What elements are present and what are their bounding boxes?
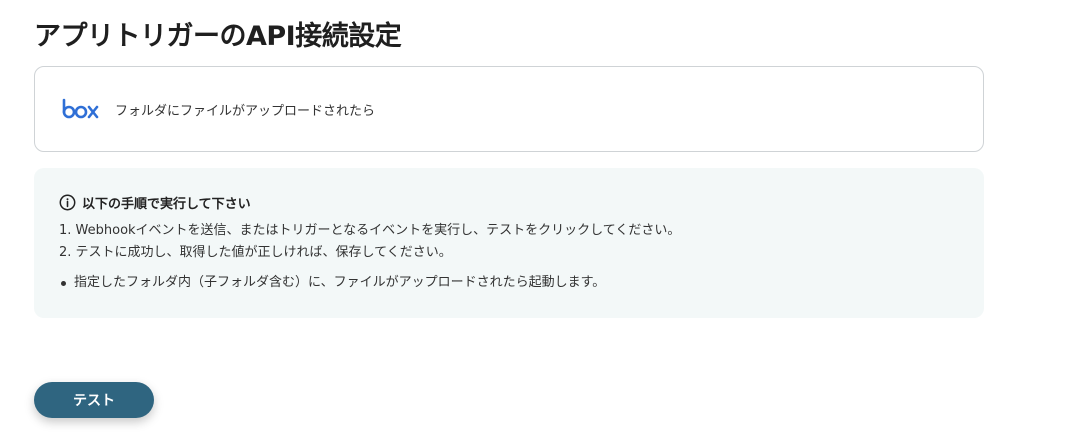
api-connection-settings-page: アプリトリガーのAPI接続設定 フォルダにファイルがアップロードされたら 以下の…: [0, 0, 1076, 438]
instructions-panel: 以下の手順で実行して下さい 1. Webhookイベントを送信、またはトリガーと…: [34, 168, 984, 318]
instruction-step: 1. Webhookイベントを送信、またはトリガーとなるイベントを実行し、テスト…: [59, 223, 681, 238]
test-button[interactable]: テスト: [34, 382, 154, 418]
bullet-icon: [61, 280, 66, 286]
instruction-note-text: 指定したフォルダ内（子フォルダ含む）に、ファイルがアップロードされたら起動します…: [74, 275, 606, 290]
instruction-note: 指定したフォルダ内（子フォルダ含む）に、ファイルがアップロードされたら起動します…: [59, 272, 960, 294]
info-icon: [59, 194, 76, 210]
instructions-heading-text: 以下の手順で実行して下さい: [82, 196, 251, 212]
page-title: アプリトリガーのAPI接続設定: [34, 21, 402, 52]
instruction-step: 2. テストに成功し、取得した値が正しければ、保存してください。: [59, 245, 452, 260]
instructions-heading: 以下の手順で実行して下さい: [59, 192, 960, 212]
instructions-steps: 1. Webhookイベントを送信、またはトリガーとなるイベントを実行し、テスト…: [59, 220, 960, 264]
trigger-label: フォルダにファイルがアップロードされたら: [115, 103, 376, 119]
box-logo: [62, 98, 99, 119]
trigger-card: フォルダにファイルがアップロードされたら: [34, 66, 984, 152]
